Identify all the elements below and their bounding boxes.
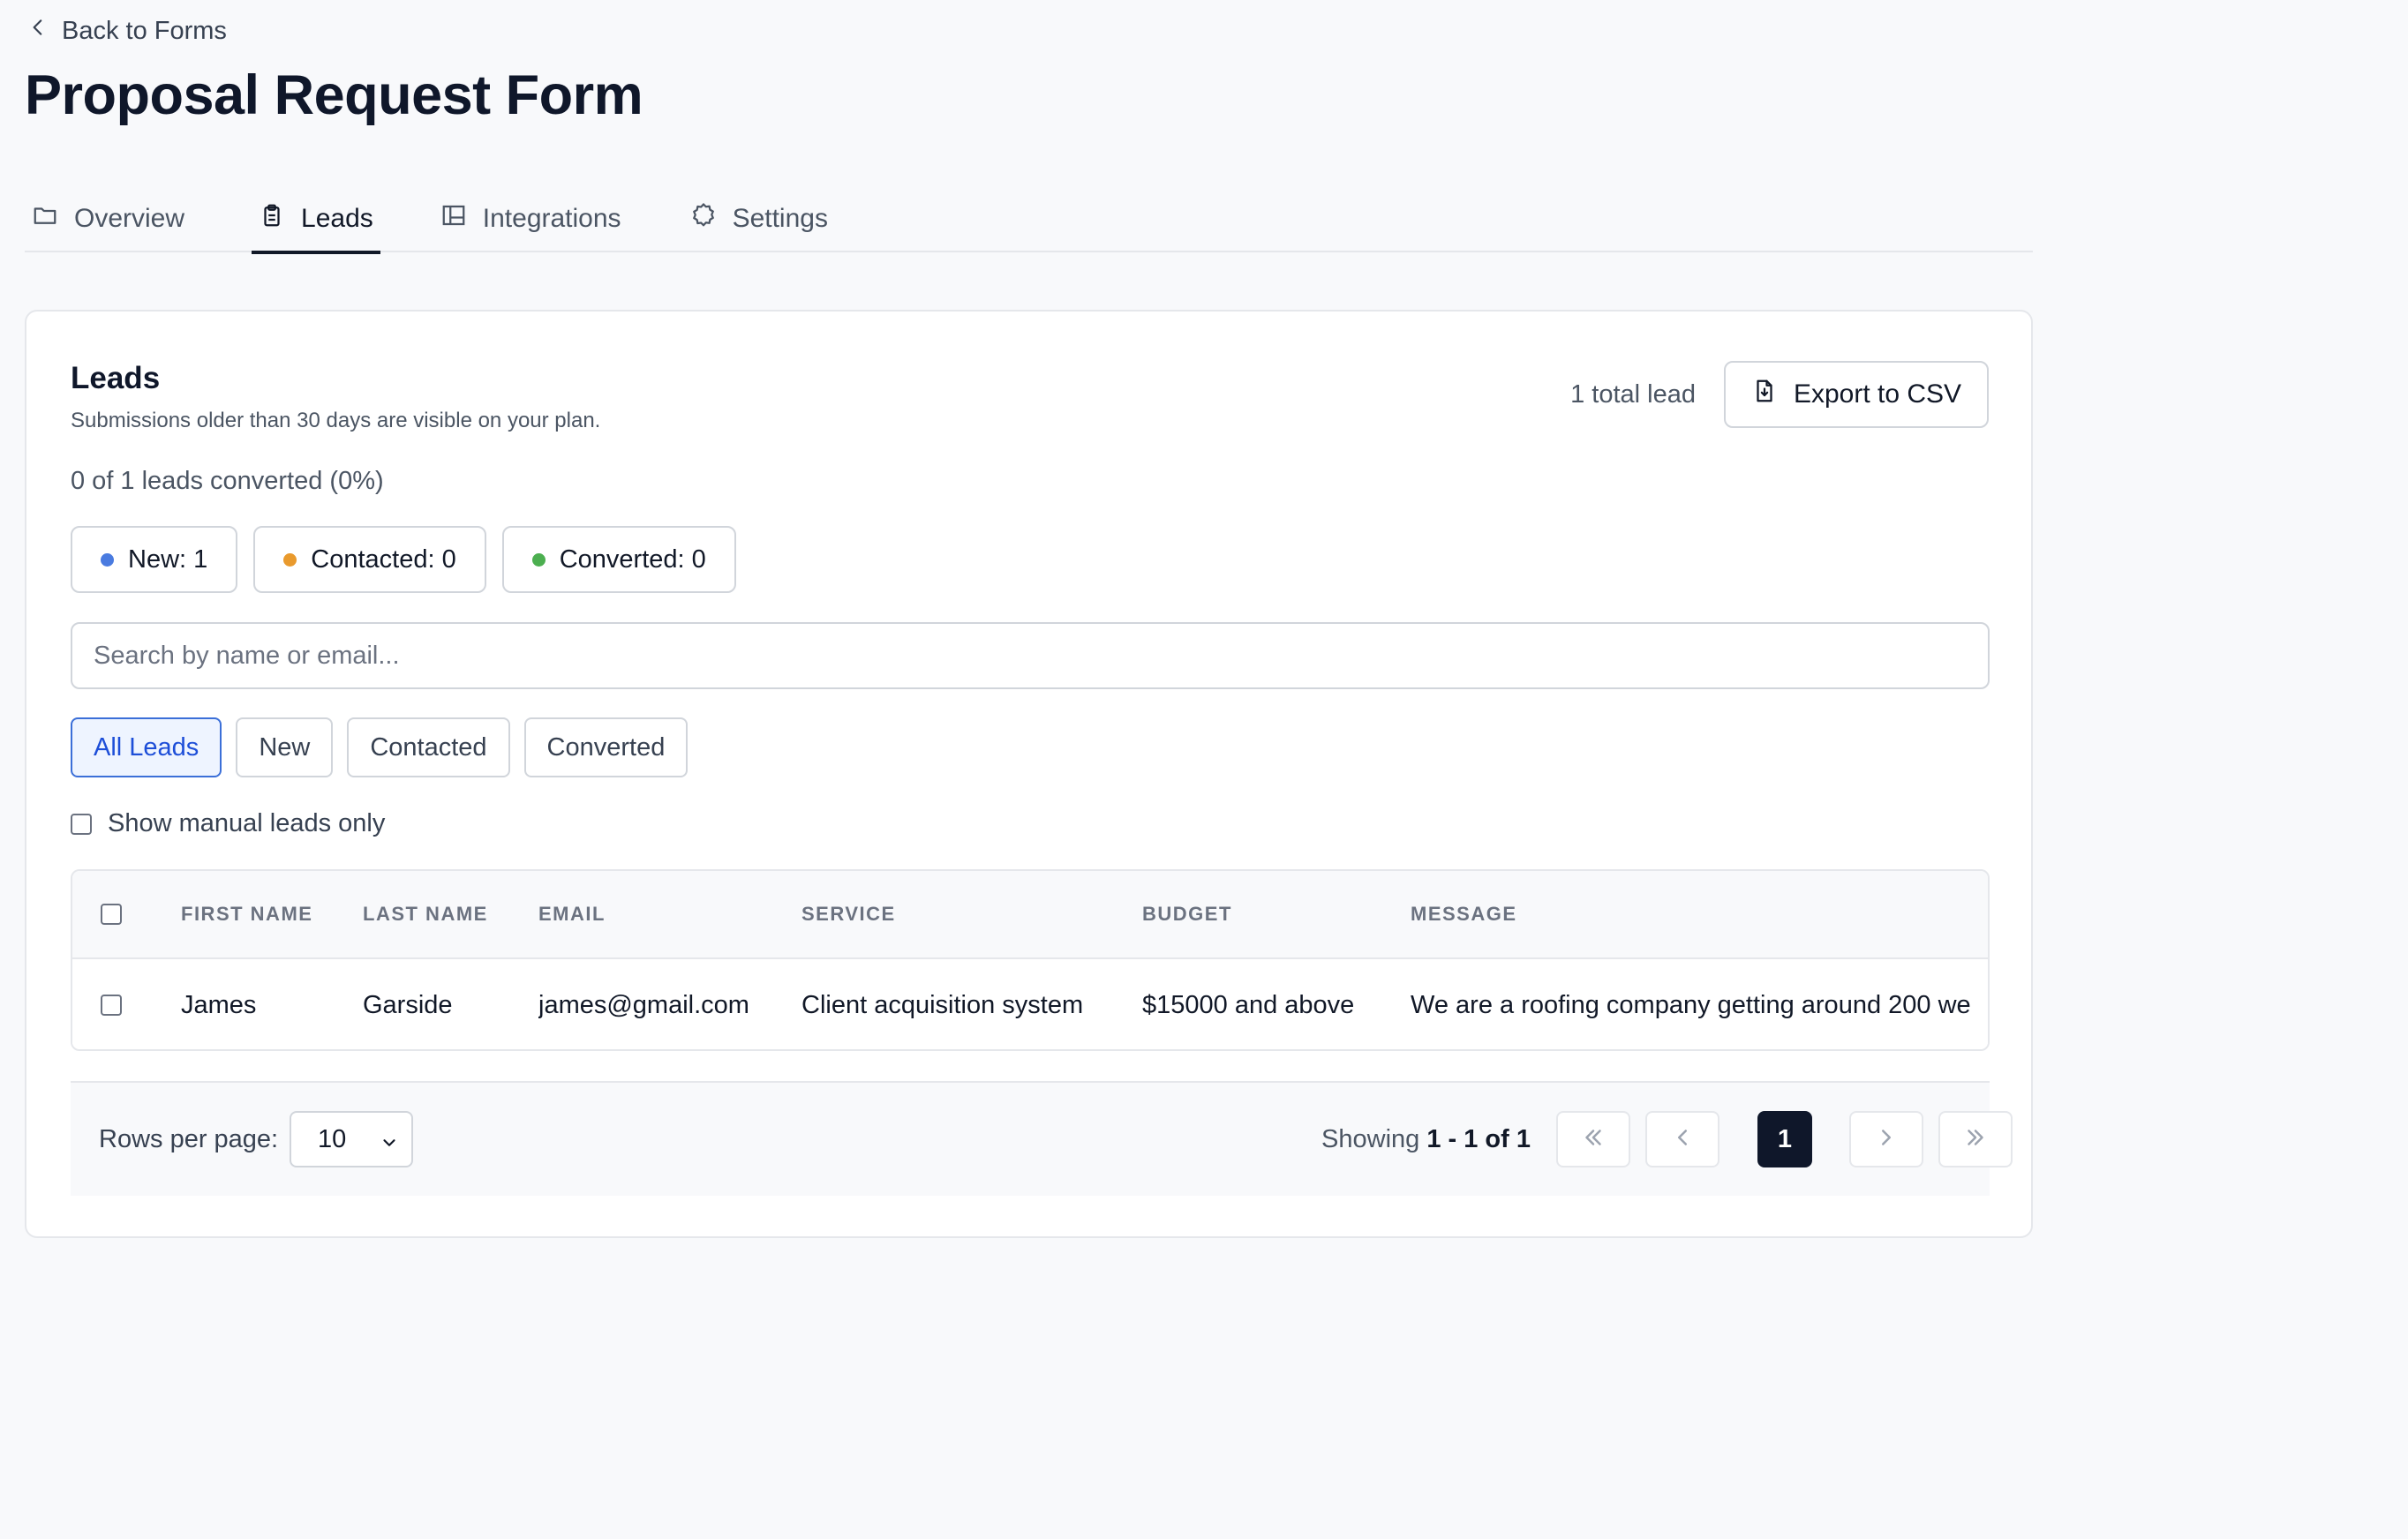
status-chip-converted: Converted: 0 [501,526,736,593]
showing-range: Showing 1 - 1 of 1 [1321,1125,1531,1154]
page: Back to Forms Proposal Request Form Over… [0,0,2408,1539]
tab-settings[interactable]: Settings [683,185,835,252]
column-header-last-name[interactable]: LAST NAME [363,871,488,957]
showing-prefix: Showing [1321,1125,1420,1153]
page-title: Proposal Request Form [25,64,643,126]
filter-contacted-button[interactable]: Contacted [347,717,510,777]
next-page-button[interactable] [1849,1111,1923,1167]
row-select-cell [101,959,122,1049]
column-header-first-name[interactable]: FIRST NAME [181,871,312,957]
status-chip-converted-label: Converted: 0 [559,544,706,574]
lead-status-filters: All Leads New Contacted Converted [71,717,689,777]
column-header-message[interactable]: MESSAGE [1411,871,1975,957]
pagination-bar: Rows per page: 10 Showing 1 - 1 of 1 1 [71,1081,2013,1196]
tab-leads-label: Leads [301,204,373,233]
tab-integrations-label: Integrations [482,204,621,233]
leads-card: Leads Submissions older than 30 days are… [25,310,2033,1238]
search-input[interactable] [71,622,1990,689]
leads-subtitle: Submissions older than 30 days are visib… [71,409,601,432]
chevrons-left-icon [1580,1124,1607,1155]
tab-overview[interactable]: Overview [25,185,192,252]
leads-table: FIRST NAME LAST NAME EMAIL SERVICE BUDGE… [71,869,1990,1051]
page-number-button[interactable]: 1 [1757,1111,1812,1167]
converted-summary: 0 of 1 leads converted (0%) [71,467,384,495]
cell-email: james@gmail.com [538,990,749,1019]
filter-converted-button[interactable]: Converted [523,717,689,777]
column-header-budget[interactable]: BUDGET [1142,871,1232,957]
cell-message: We are a roofing company getting around … [1411,990,1971,1019]
layout-icon [440,202,467,236]
showing-range-value: 1 - 1 of 1 [1426,1125,1531,1153]
chevron-left-icon [1669,1124,1696,1155]
first-page-button[interactable] [1556,1111,1630,1167]
filter-all-leads-button[interactable]: All Leads [71,717,222,777]
chevron-left-icon [26,16,49,46]
tab-overview-label: Overview [74,204,185,233]
status-count-chips: New: 1 Contacted: 0 Converted: 0 [71,526,736,593]
tab-bar: Overview Leads Integrations Settings [25,185,2033,254]
cell-first-name: James [181,990,257,1019]
export-csv-label: Export to CSV [1793,379,1962,409]
rows-per-page-value: 10 [318,1124,347,1153]
manual-leads-checkbox[interactable] [71,813,92,835]
filter-new-button[interactable]: New [236,717,334,777]
column-header-email[interactable]: EMAIL [538,871,606,957]
total-lead-count: 1 total lead [1570,380,1696,409]
gear-icon [690,202,717,236]
tab-leads[interactable]: Leads [252,185,380,254]
back-to-forms-link[interactable]: Back to Forms [26,16,227,46]
leads-title: Leads [71,361,161,395]
select-all-checkbox[interactable] [101,904,122,925]
status-dot-converted [531,552,546,567]
rows-per-page-select[interactable]: 10 [290,1111,413,1167]
chevron-right-icon [1873,1124,1900,1155]
previous-page-button[interactable] [1645,1111,1719,1167]
file-download-icon [1751,378,1778,411]
manual-leads-toggle[interactable]: Show manual leads only [71,809,385,838]
tab-integrations[interactable]: Integrations [433,185,628,252]
select-all-cell [101,871,122,957]
status-dot-contacted [283,552,297,567]
status-chip-contacted: Contacted: 0 [253,526,486,593]
cell-budget: $15000 and above [1142,990,1355,1019]
manual-leads-label: Show manual leads only [108,809,386,837]
status-chip-new: New: 1 [71,526,238,593]
chevron-down-icon [380,1130,399,1150]
rows-per-page-label: Rows per page: [99,1125,279,1153]
column-header-service[interactable]: SERVICE [801,871,896,957]
cell-service: Client acquisition system [801,990,1084,1019]
clipboard-icon [259,202,285,236]
export-csv-button[interactable]: Export to CSV [1724,361,1989,428]
status-chip-contacted-label: Contacted: 0 [311,544,456,574]
last-page-button[interactable] [1938,1111,2013,1167]
row-checkbox[interactable] [101,995,122,1016]
tab-settings-label: Settings [732,204,828,233]
chevrons-right-icon [1962,1124,1989,1155]
back-link-label: Back to Forms [62,16,227,45]
table-row[interactable]: James Garside james@gmail.com Client acq… [72,959,1988,1049]
table-header: FIRST NAME LAST NAME EMAIL SERVICE BUDGE… [72,871,1988,959]
status-dot-new [101,552,114,567]
status-chip-new-label: New: 1 [128,544,208,574]
folder-icon [32,202,58,236]
cell-last-name: Garside [363,990,453,1019]
